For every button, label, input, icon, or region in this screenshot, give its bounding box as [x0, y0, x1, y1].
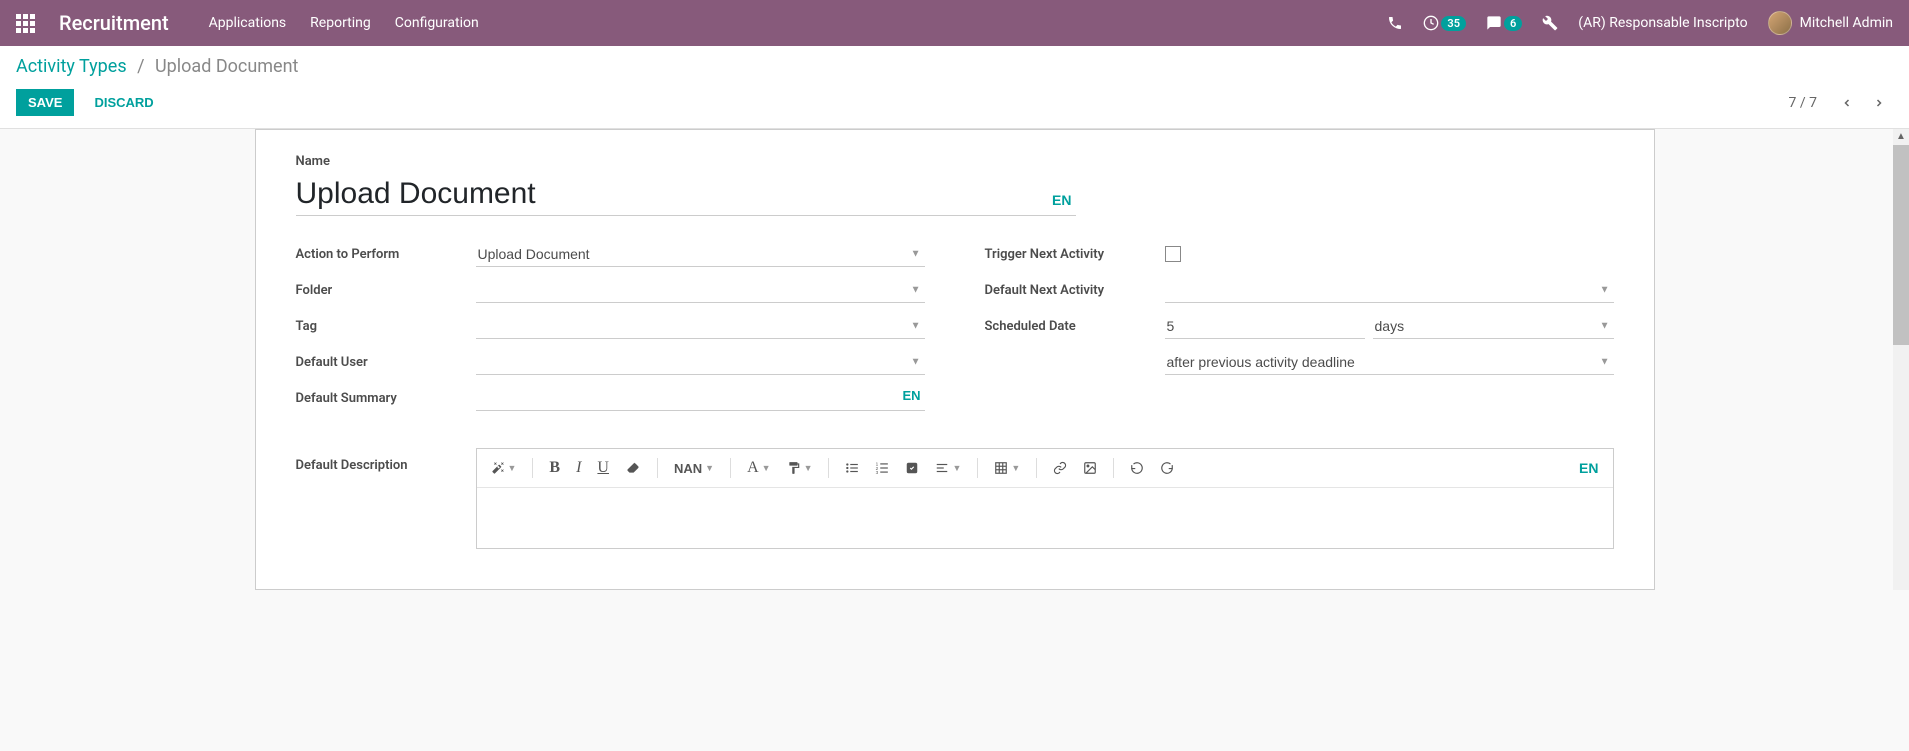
default-summary-input[interactable] — [476, 386, 925, 411]
app-brand[interactable]: Recruitment — [59, 11, 169, 35]
font-size-select[interactable]: NAN▼ — [668, 457, 720, 480]
activities-icon[interactable]: 35 — [1423, 15, 1466, 31]
folder-label: Folder — [296, 283, 476, 298]
scrollbar-thumb[interactable] — [1893, 145, 1909, 345]
description-translate-button[interactable]: EN — [1579, 460, 1604, 476]
richtext-editor: ▼ B I U NAN▼ A▼ ▼ — [476, 448, 1614, 549]
editor-body[interactable] — [477, 488, 1613, 548]
breadcrumb-current: Upload Document — [155, 56, 298, 77]
link-icon[interactable] — [1047, 457, 1073, 479]
eraser-icon[interactable] — [619, 457, 647, 479]
font-color-button[interactable]: A▼ — [741, 455, 776, 481]
scrollbar[interactable]: ▲ — [1893, 129, 1909, 590]
messages-icon[interactable]: 6 — [1486, 15, 1522, 31]
nav-applications[interactable]: Applications — [209, 15, 287, 31]
activities-badge: 35 — [1441, 16, 1466, 31]
content-area: Name EN Action to Perform ▼ Folder — [0, 129, 1909, 590]
user-menu[interactable]: Mitchell Admin — [1768, 11, 1893, 35]
scheduled-date-label: Scheduled Date — [985, 319, 1165, 334]
form-right-column: Trigger Next Activity Default Next Activ… — [985, 240, 1614, 420]
italic-button[interactable]: I — [570, 455, 587, 481]
breadcrumb: Activity Types / Upload Document — [16, 56, 1893, 77]
undo-icon[interactable] — [1124, 457, 1150, 479]
default-next-select[interactable] — [1165, 278, 1614, 303]
underline-button[interactable]: U — [591, 455, 615, 481]
scheduled-date-relative-select[interactable] — [1165, 350, 1614, 375]
checklist-icon[interactable] — [899, 457, 925, 479]
company-selector[interactable]: (AR) Responsable Inscripto — [1578, 15, 1747, 31]
bold-button[interactable]: B — [543, 455, 566, 481]
breadcrumb-parent[interactable]: Activity Types — [16, 56, 127, 77]
default-user-select[interactable] — [476, 350, 925, 375]
breadcrumb-separator: / — [137, 56, 144, 77]
name-input[interactable] — [296, 173, 1076, 216]
phone-icon[interactable] — [1387, 15, 1403, 31]
tag-select[interactable] — [476, 314, 925, 339]
navbar: Recruitment Applications Reporting Confi… — [0, 0, 1909, 46]
avatar — [1768, 11, 1792, 35]
redo-icon[interactable] — [1154, 457, 1180, 479]
align-button[interactable]: ▼ — [929, 457, 967, 479]
pager-next-button[interactable] — [1865, 93, 1893, 113]
scheduled-date-number-input[interactable] — [1165, 314, 1365, 339]
debug-icon[interactable] — [1542, 15, 1558, 31]
default-next-label: Default Next Activity — [985, 283, 1165, 298]
pager-text[interactable]: 7 / 7 — [1789, 95, 1817, 111]
unordered-list-icon[interactable] — [839, 457, 865, 479]
action-select[interactable] — [476, 242, 925, 267]
trigger-next-label: Trigger Next Activity — [985, 247, 1165, 262]
control-panel: Activity Types / Upload Document Save Di… — [0, 46, 1909, 129]
form-left-column: Action to Perform ▼ Folder ▼ Tag — [296, 240, 925, 420]
messages-badge: 6 — [1504, 16, 1522, 31]
default-summary-label: Default Summary — [296, 391, 476, 406]
nav-menu: Applications Reporting Configuration — [209, 15, 479, 31]
folder-select[interactable] — [476, 278, 925, 303]
ordered-list-icon[interactable]: 123 — [869, 457, 895, 479]
action-label: Action to Perform — [296, 247, 476, 262]
scheduled-date-unit-select[interactable] — [1373, 314, 1614, 339]
wand-icon[interactable]: ▼ — [485, 457, 523, 479]
save-button[interactable]: Save — [16, 89, 74, 116]
highlight-button[interactable]: ▼ — [781, 457, 819, 479]
table-button[interactable]: ▼ — [988, 457, 1026, 479]
pager-prev-button[interactable] — [1833, 93, 1861, 113]
form-sheet: Name EN Action to Perform ▼ Folder — [255, 129, 1655, 590]
trigger-next-checkbox[interactable] — [1165, 246, 1181, 262]
image-icon[interactable] — [1077, 457, 1103, 479]
summary-translate-button[interactable]: EN — [902, 388, 920, 403]
name-translate-button[interactable]: EN — [1052, 192, 1071, 208]
nav-right: 35 6 (AR) Responsable Inscripto Mitchell… — [1387, 11, 1893, 35]
name-label: Name — [296, 154, 1614, 169]
svg-text:3: 3 — [876, 470, 879, 475]
default-user-label: Default User — [296, 355, 476, 370]
scrollbar-up-icon[interactable]: ▲ — [1893, 129, 1909, 145]
tag-label: Tag — [296, 319, 476, 334]
nav-configuration[interactable]: Configuration — [395, 15, 479, 31]
user-name: Mitchell Admin — [1800, 15, 1893, 31]
default-description-label: Default Description — [296, 448, 476, 473]
discard-button[interactable]: Discard — [82, 89, 165, 116]
nav-reporting[interactable]: Reporting — [310, 15, 371, 31]
apps-icon[interactable] — [16, 14, 35, 33]
editor-toolbar: ▼ B I U NAN▼ A▼ ▼ — [477, 449, 1613, 488]
